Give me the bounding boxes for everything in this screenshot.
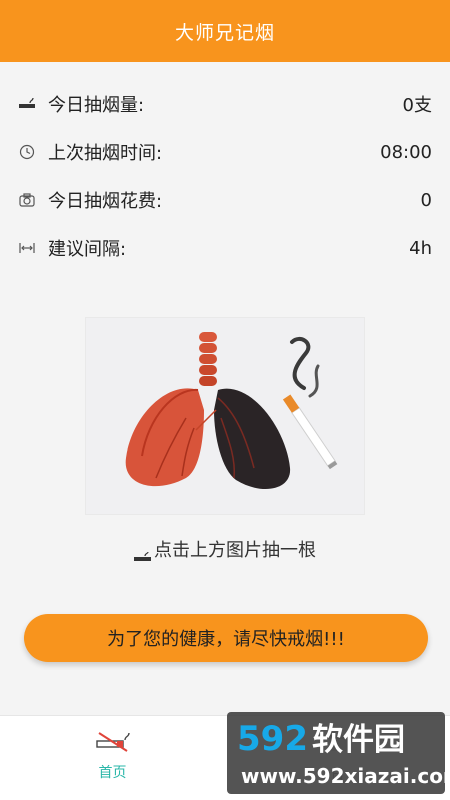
watermark-digits: 592 — [237, 719, 308, 759]
quit-smoking-button[interactable]: 为了您的健康，请尽快戒烟!!! — [24, 614, 428, 662]
cigarette-icon — [18, 95, 36, 113]
stat-value: 0支 — [402, 95, 432, 116]
stat-label: 建议间隔: — [48, 239, 127, 260]
stat-label: 今日抽烟花费: — [48, 191, 163, 212]
stats-list: 今日抽烟量: 0支 上次抽烟时间: 08:00 今日抽烟花费: 0 建议间隔: … — [0, 62, 450, 272]
camera-icon — [18, 191, 36, 209]
stat-row-interval: 建议间隔: 4h — [0, 224, 450, 272]
hint-text: 点击上方图片抽一根 — [154, 540, 316, 561]
tab-label: 首页 — [98, 765, 127, 781]
smoke-hint: 点击上方图片抽一根 — [0, 536, 450, 562]
watermark-cn: 软件园 — [311, 722, 405, 758]
stat-row-today-cost: 今日抽烟花费: 0 — [0, 176, 450, 224]
stat-value: 4h — [409, 237, 432, 259]
lungs-cigarette-illustration — [86, 318, 364, 514]
smoke-illustration-button[interactable] — [85, 317, 365, 515]
tab-home[interactable]: 首页 — [0, 716, 225, 800]
stat-label: 今日抽烟量: — [48, 95, 145, 116]
stat-value: 08:00 — [380, 141, 432, 163]
stat-label: 上次抽烟时间: — [48, 143, 163, 164]
home-screen: 大师兄记烟 今日抽烟量: 0支 上次抽烟时间: 08:00 今日抽烟花费: 0 … — [0, 0, 450, 800]
interval-icon — [18, 239, 36, 257]
watermark-url: www.592xiazai.com — [241, 764, 445, 788]
stat-row-today-count: 今日抽烟量: 0支 — [0, 80, 450, 128]
app-title: 大师兄记烟 — [174, 21, 275, 44]
watermark-logo: 592 软件园 www.592xiazai.com — [227, 712, 445, 794]
stat-value: 0 — [420, 189, 432, 211]
cta-label: 为了您的健康，请尽快戒烟!!! — [107, 629, 345, 650]
stat-row-last-time: 上次抽烟时间: 08:00 — [0, 128, 450, 176]
no-smoking-icon — [95, 730, 131, 756]
app-header: 大师兄记烟 — [0, 0, 450, 62]
cigarette-icon — [134, 546, 152, 561]
clock-icon — [18, 143, 36, 161]
